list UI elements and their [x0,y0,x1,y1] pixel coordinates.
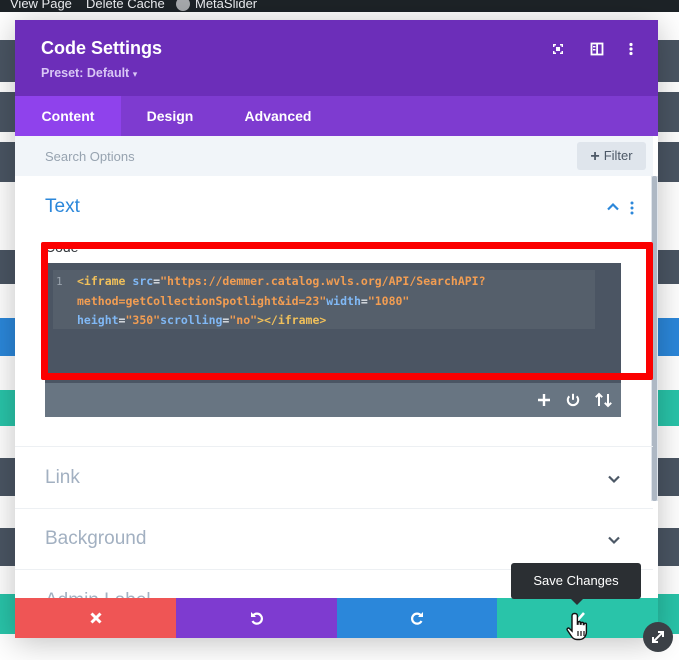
metaslider-icon [176,0,190,11]
metaslider-link[interactable]: MetaSlider [176,0,257,12]
search-input[interactable] [15,136,575,176]
caret-down-icon: ▾ [132,69,138,79]
filter-button[interactable]: + Filter [577,142,646,170]
hand-cursor-icon [566,612,588,641]
modal-title: Code Settings [41,38,163,58]
view-page-link[interactable]: View Page [10,0,72,11]
sidebar-icon[interactable] [589,41,605,57]
plus-icon: + [590,148,600,165]
resize-icon [652,631,664,643]
chevron-down-icon[interactable] [607,474,621,484]
section-title-link[interactable]: Link [45,467,80,489]
admin-bar: View Page Delete Cache MetaSlider [0,0,679,12]
redo-button[interactable] [337,598,497,638]
tab-design[interactable]: Design [127,96,213,136]
redo-icon [411,612,423,625]
kebab-icon[interactable] [628,201,636,215]
code-editor-toolbar [45,383,621,417]
discard-button[interactable] [15,598,176,638]
undo-button[interactable] [176,598,337,638]
kebab-icon[interactable] [623,41,639,57]
search-bar: +Filter [15,136,653,176]
delete-cache-link[interactable]: Delete Cache [86,0,165,11]
chevron-down-icon[interactable] [607,535,621,545]
modal-header: Code Settings Preset: Default ▾ [15,20,658,96]
preset-dropdown[interactable]: Preset: Default ▾ [41,66,137,80]
fullscreen-icon[interactable] [550,41,566,57]
sort-icon[interactable] [594,392,614,408]
power-icon[interactable] [565,392,581,408]
preset-label: Preset: Default [41,66,130,80]
filter-label: Filter [603,148,633,163]
modal-action-bar [15,598,658,638]
tab-bar: Content Design Advanced [15,96,658,136]
tab-advanced[interactable]: Advanced [228,96,328,136]
save-changes-tooltip: Save Changes [511,563,641,605]
section-title-text[interactable]: Text [45,196,80,218]
section-divider [15,446,653,447]
metaslider-label: MetaSlider [195,0,258,11]
plus-icon[interactable] [536,392,552,408]
highlight-annotation [41,242,653,380]
tab-content[interactable]: Content [15,96,121,136]
resize-modal-button[interactable] [643,622,673,652]
chevron-up-icon[interactable] [606,202,620,212]
undo-icon [250,612,263,625]
close-icon [89,612,102,624]
section-title-background[interactable]: Background [45,528,146,550]
section-divider [15,508,653,509]
code-settings-modal: Code Settings Preset: Default ▾ Content … [15,20,658,638]
